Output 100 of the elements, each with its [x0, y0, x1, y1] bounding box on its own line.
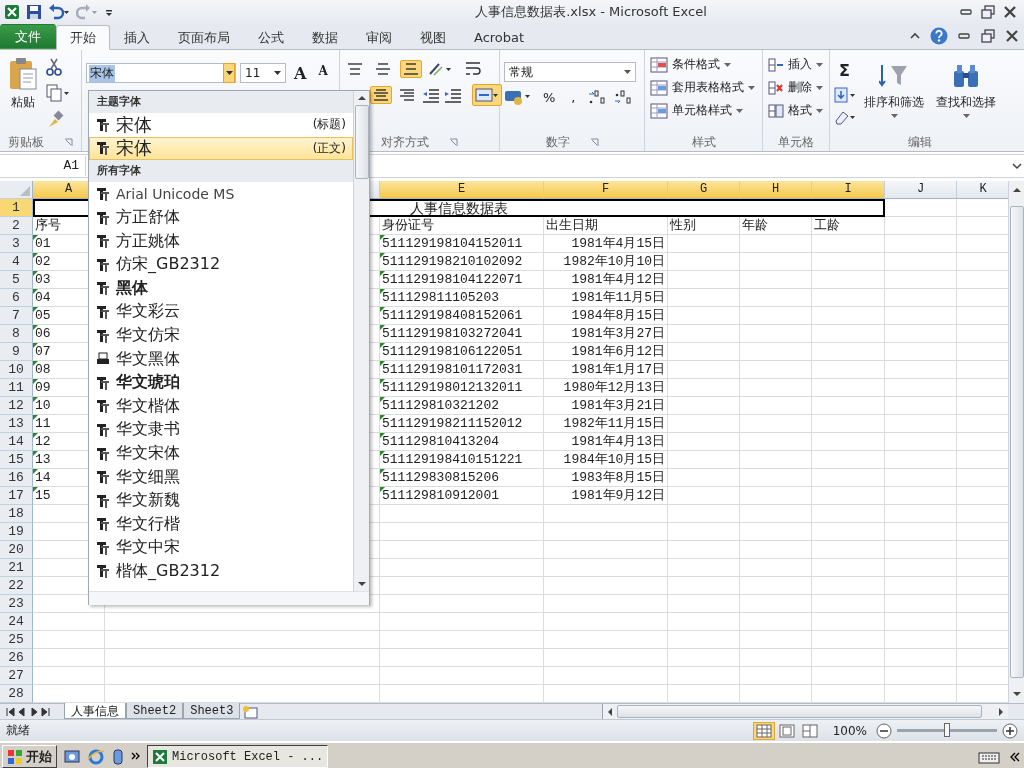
font-option[interactable]: 仿宋_GB2312	[89, 252, 353, 277]
name-box[interactable]: A1	[0, 156, 86, 176]
table-cell: 15	[35, 488, 51, 503]
table-cell: 511129198210102092	[382, 254, 523, 269]
column-header[interactable]: H	[740, 181, 812, 199]
ribbon-tab[interactable]: 插入	[110, 25, 164, 50]
ribbon-tab[interactable]: 视图	[406, 25, 460, 50]
row-header[interactable]: 16	[0, 469, 33, 487]
row-header[interactable]: 7	[0, 307, 33, 325]
cells-menu-button[interactable]: 格式	[767, 100, 825, 121]
row-header[interactable]: 2	[0, 217, 33, 235]
font-option[interactable]: 楷体_GB2312	[89, 559, 353, 584]
font-option[interactable]: 华文琥珀	[89, 370, 353, 395]
font-option[interactable]: 华文楷体	[89, 394, 353, 419]
font-option[interactable]: 黑体	[89, 276, 353, 301]
row-header[interactable]: 22	[0, 577, 33, 595]
ribbon-tab[interactable]: 公式	[244, 25, 298, 50]
paste-button[interactable]: 粘贴	[4, 54, 42, 134]
font-option[interactable]: 华文行楷	[89, 512, 353, 537]
column-header[interactable]: F	[544, 181, 668, 199]
row-header[interactable]: 23	[0, 595, 33, 613]
table-cell: 1981年3月21日	[571, 398, 665, 413]
table-header-cell: 身份证号	[380, 217, 544, 235]
row-header[interactable]: 17	[0, 487, 33, 505]
zoom-level[interactable]: 100%	[832, 723, 867, 738]
column-header[interactable]: I	[812, 181, 885, 199]
row-header[interactable]: 27	[0, 667, 33, 685]
row-header[interactable]: 12	[0, 397, 33, 415]
row-header[interactable]: 13	[0, 415, 33, 433]
number-format-field[interactable]: 常规	[504, 62, 636, 82]
row-header[interactable]: 18	[0, 505, 33, 523]
font-option[interactable]: 华文彩云	[89, 300, 353, 324]
comma-style-button[interactable]: ,	[566, 88, 581, 106]
row-header[interactable]: 20	[0, 541, 33, 559]
row-header[interactable]: 10	[0, 361, 33, 379]
row-header[interactable]: 4	[0, 253, 33, 271]
column-header[interactable]: K	[957, 181, 1008, 199]
row-header[interactable]: 21	[0, 559, 33, 577]
sort-filter-button[interactable]: 排序和筛选	[860, 54, 928, 134]
row-header[interactable]: 15	[0, 451, 33, 469]
ribbon-tab[interactable]: 开始	[56, 25, 110, 50]
group-label: 剪贴板	[8, 134, 44, 151]
table-cell: 1981年1月17日	[571, 362, 665, 377]
cells-menu-button[interactable]: 删除	[767, 77, 825, 98]
ribbon-tab[interactable]: 数据	[298, 25, 352, 50]
font-option[interactable]: 华文细黑	[89, 465, 353, 489]
table-cell: 12	[35, 434, 51, 449]
style-menu-button[interactable]: 条件格式	[649, 54, 758, 75]
font-option[interactable]: 华文黑体	[89, 347, 353, 371]
sheet-tab[interactable]: 人事信息	[64, 703, 126, 719]
table-cell: 511129198211152012	[382, 416, 523, 431]
sheet-tab[interactable]: Sheet3	[183, 703, 241, 719]
taskbar-button[interactable]: Microsoft Excel - ...	[147, 745, 329, 768]
row-header[interactable]: 25	[0, 631, 33, 649]
column-header[interactable]: E	[380, 181, 544, 199]
style-menu-button[interactable]: 单元格样式	[649, 100, 758, 121]
column-header[interactable]: G	[668, 181, 740, 199]
row-header[interactable]: 1	[0, 199, 33, 217]
row-header[interactable]: 28	[0, 685, 33, 703]
row-header[interactable]: 8	[0, 325, 33, 343]
font-option[interactable]: 宋体 (标题)	[89, 113, 353, 137]
cells-menu-button[interactable]: 插入	[767, 54, 825, 75]
font-option[interactable]: 华文仿宋	[89, 323, 353, 348]
table-header-cell: 性别	[668, 217, 740, 235]
row-header[interactable]: 11	[0, 379, 33, 397]
find-select-button[interactable]: 查找和选择	[932, 54, 1000, 134]
column-header[interactable]: J	[885, 181, 957, 199]
font-size-field[interactable]: 11	[240, 63, 286, 83]
file-tab[interactable]: 文件	[0, 24, 56, 49]
table-cell: 511129198106122051	[382, 344, 523, 359]
autosum-button[interactable]: Σ	[834, 60, 856, 81]
row-header[interactable]: 19	[0, 523, 33, 541]
row-header[interactable]: 14	[0, 433, 33, 451]
group-label: 单元格	[778, 134, 814, 151]
table-cell: 01	[35, 236, 51, 251]
ribbon-tab[interactable]: 页面布局	[164, 25, 244, 50]
font-option[interactable]: 华文新魏	[89, 488, 353, 513]
row-header[interactable]: 6	[0, 289, 33, 307]
shrink-font-button[interactable]: A	[314, 63, 332, 79]
style-menu-button[interactable]: 套用表格格式	[649, 77, 758, 98]
row-header[interactable]: 9	[0, 343, 33, 361]
font-option[interactable]: 华文宋体	[89, 441, 353, 466]
ribbon-tab[interactable]: 审阅	[352, 25, 406, 50]
percent-button[interactable]: %	[538, 88, 561, 106]
row-header[interactable]: 26	[0, 649, 33, 667]
font-option[interactable]: 华文中宋	[89, 536, 353, 560]
row-header[interactable]: 5	[0, 271, 33, 289]
font-option[interactable]: 宋体 (正文)	[89, 136, 353, 161]
window-title: 人事信息数据表.xlsx - Microsoft Excel	[474, 3, 708, 21]
font-option[interactable]: 华文隶书	[89, 418, 353, 442]
row-header[interactable]: 24	[0, 613, 33, 631]
font-name-field[interactable]: 宋体	[86, 63, 236, 83]
table-cell: 511129198103272041	[382, 326, 523, 341]
ribbon-tab[interactable]: Acrobat	[460, 25, 539, 50]
table-cell: 511129198104122071	[382, 272, 523, 287]
table-cell: 511129810413204	[382, 434, 500, 449]
sheet-tab[interactable]: Sheet2	[126, 703, 184, 719]
start-button[interactable]: 开始	[2, 745, 57, 768]
row-header[interactable]: 3	[0, 235, 33, 253]
grow-font-button[interactable]: A	[290, 63, 311, 84]
